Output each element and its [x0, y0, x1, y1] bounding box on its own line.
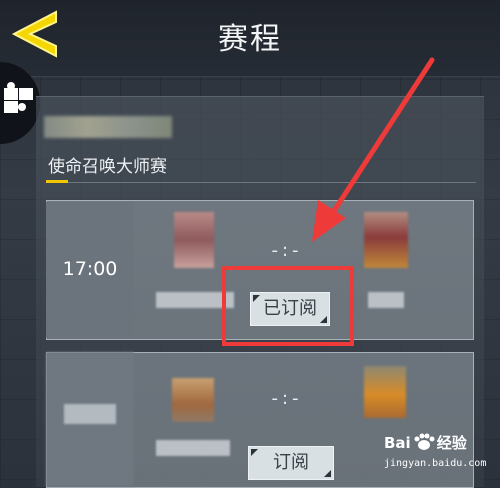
watermark: Bai 经验	[384, 432, 467, 453]
paw-icon	[414, 433, 435, 450]
watermark-url: jingyan.baidu.com	[384, 458, 487, 469]
annotation-arrow-icon	[312, 57, 435, 242]
watermark-suffix: 经验	[436, 434, 467, 452]
schedule-screen: 赛程 使命召唤大师赛 17:00 -:- 已订阅 -:- 订阅 Bai 经验 j…	[0, 0, 500, 488]
watermark-brand: Bai	[384, 434, 411, 452]
